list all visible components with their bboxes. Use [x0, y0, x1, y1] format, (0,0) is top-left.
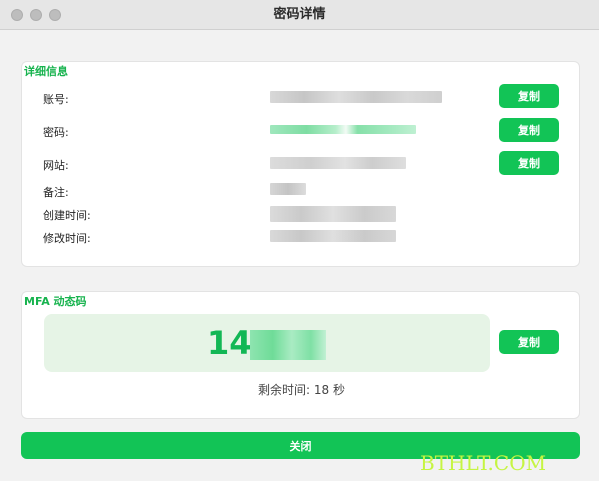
remaining-unit: 秒 [332, 383, 345, 397]
copy-password-button[interactable]: 复制 [499, 118, 559, 142]
remaining-value: 18 [313, 383, 330, 397]
window-titlebar: 密码详情 [0, 0, 599, 30]
password-label: 密码: [43, 126, 69, 139]
created-time-value-redacted [270, 206, 396, 222]
copy-mfa-button[interactable]: 复制 [499, 330, 559, 354]
mfa-code-redacted [250, 330, 326, 360]
details-card: 详细信息 账号: 复制 密码: 复制 网站: 复制 备注: 创建时间: 修改时间… [21, 61, 580, 267]
mfa-code: 14 [207, 324, 252, 362]
mfa-code-box: 14 [44, 314, 490, 372]
note-label: 备注: [43, 186, 69, 199]
modified-time-label: 修改时间: [43, 232, 91, 245]
password-value-redacted [270, 125, 416, 134]
copy-website-button[interactable]: 复制 [499, 151, 559, 175]
account-value-redacted [270, 91, 442, 103]
remaining-prefix: 剩余时间: [258, 383, 311, 397]
modified-time-value-redacted [270, 230, 396, 242]
details-section-title: 详细信息 [24, 65, 68, 78]
website-value-redacted [270, 157, 406, 169]
website-label: 网站: [43, 159, 69, 172]
created-time-label: 创建时间: [43, 209, 91, 222]
account-label: 账号: [43, 93, 69, 106]
note-value-redacted [270, 183, 306, 195]
copy-account-button[interactable]: 复制 [499, 84, 559, 108]
mfa-remaining-time: 剩余时间: 18 秒 [22, 381, 581, 398]
watermark-text: BTHLT.COM [420, 451, 547, 475]
window-title: 密码详情 [273, 7, 326, 22]
mfa-section-title: MFA 动态码 [24, 295, 87, 308]
mfa-card: MFA 动态码 14 复制 剩余时间: 18 秒 [21, 291, 580, 419]
